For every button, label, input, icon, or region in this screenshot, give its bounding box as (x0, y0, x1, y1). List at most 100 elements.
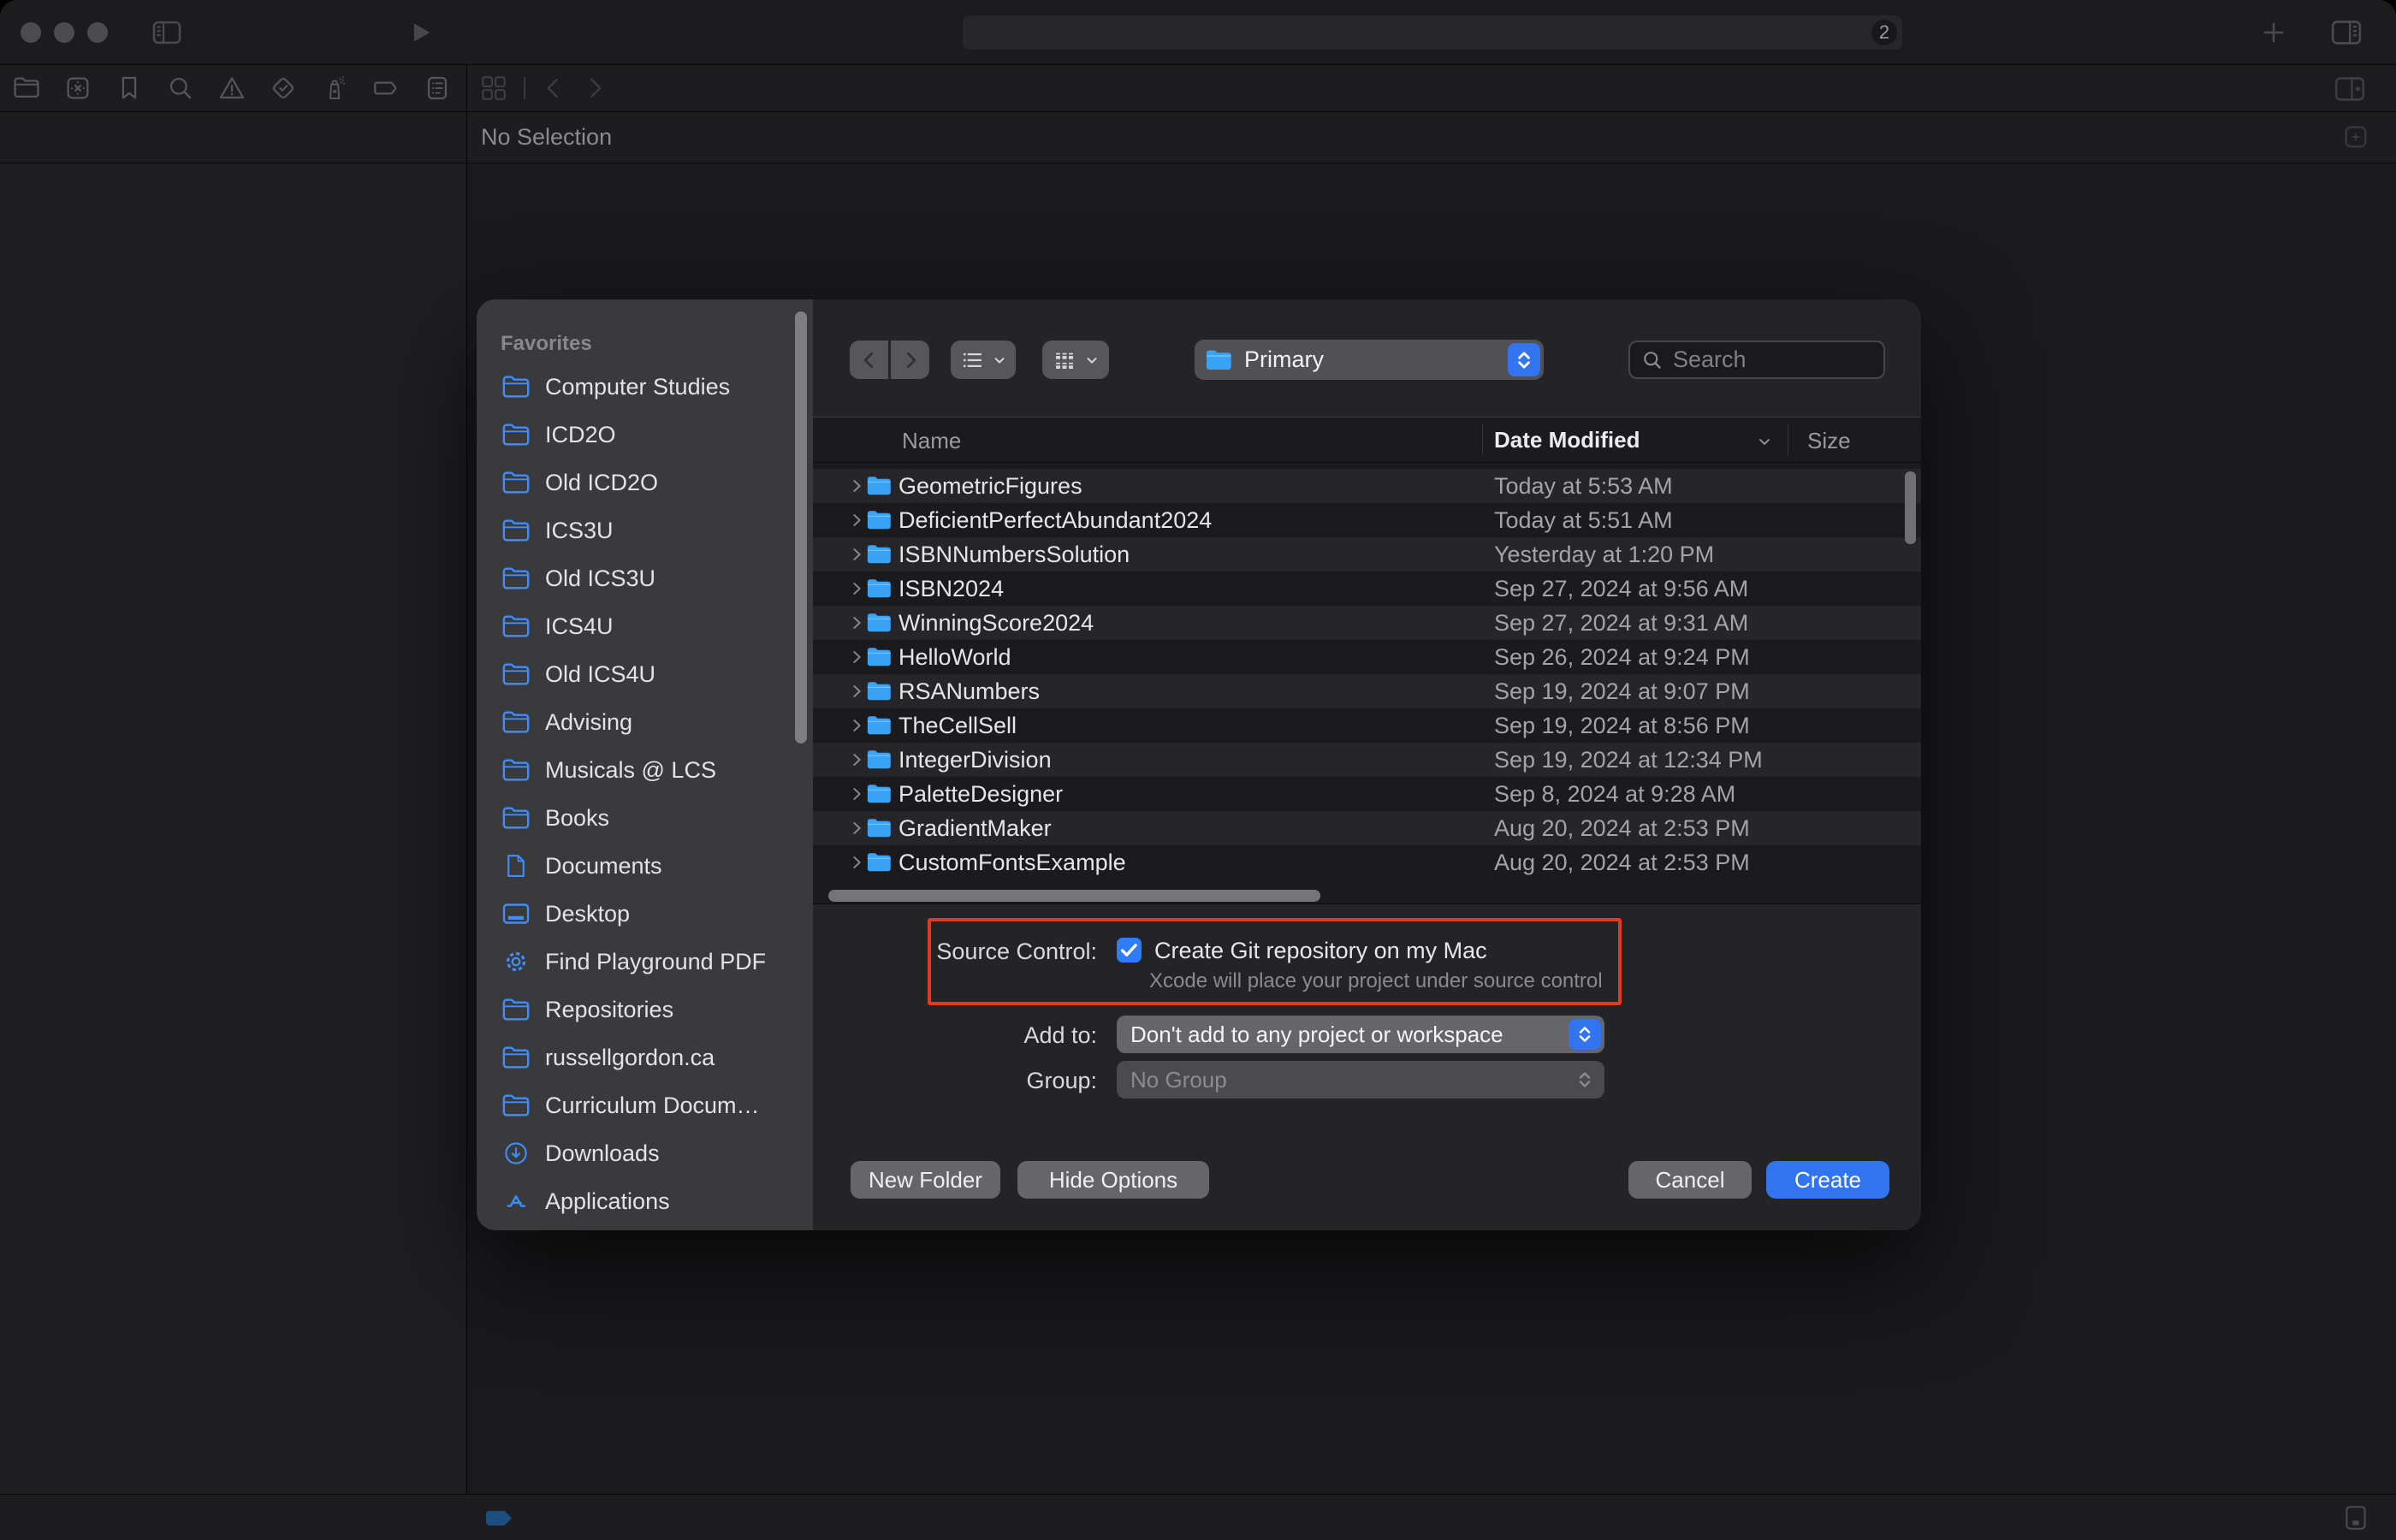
new-folder-button[interactable]: New Folder (851, 1161, 1000, 1199)
sidebar-item-ics4u[interactable]: ICS4U (477, 602, 813, 650)
sidebar-item-downloads[interactable]: Downloads (477, 1129, 813, 1177)
sidebar-item-musicals-lcs[interactable]: Musicals @ LCS (477, 746, 813, 794)
back-button[interactable] (850, 341, 888, 379)
group-popup: No Group (1117, 1061, 1604, 1099)
project-navigator-folder-icon[interactable] (12, 74, 41, 103)
file-row[interactable]: GradientMakerAug 20, 2024 at 2:53 PM (813, 811, 1921, 845)
cancel-button[interactable]: Cancel (1628, 1161, 1752, 1199)
file-list: Name Date Modified Size GeometricFigures… (813, 417, 1921, 904)
find-navigator-icon[interactable] (166, 74, 195, 103)
grid-view-icon (1052, 347, 1077, 373)
file-row[interactable]: DeficientPerfectAbundant2024Today at 5:5… (813, 503, 1921, 537)
file-rows: GeometricFiguresToday at 5:53 AM Deficie… (813, 469, 1921, 880)
sidebar-item-old-ics4u[interactable]: Old ICS4U (477, 650, 813, 698)
editor-back-icon[interactable] (541, 75, 566, 101)
sidebar-item-find-playground-pdf[interactable]: Find Playground PDF (477, 938, 813, 986)
icon-view-button[interactable] (1042, 341, 1109, 379)
editor-forward-icon[interactable] (582, 75, 608, 101)
file-row[interactable]: HelloWorldSep 26, 2024 at 9:24 PM (813, 640, 1921, 674)
bookmark-navigator-icon[interactable] (115, 74, 144, 103)
column-header-size[interactable]: Size (1807, 428, 1851, 454)
disclosure-chevron-icon[interactable] (847, 819, 866, 838)
minimize-button[interactable] (54, 22, 74, 43)
activity-status-bar: 2 (963, 15, 1902, 50)
list-view-button[interactable] (951, 341, 1016, 379)
run-button-icon[interactable] (406, 18, 435, 47)
file-row[interactable]: CustomFontsExampleAug 20, 2024 at 2:53 P… (813, 845, 1921, 880)
source-control-subtitle: Xcode will place your project under sour… (1149, 969, 1603, 993)
search-field[interactable] (1628, 341, 1885, 379)
column-header-name[interactable]: Name (902, 428, 961, 454)
pane-divider[interactable] (466, 64, 467, 1540)
disclosure-chevron-icon[interactable] (847, 750, 866, 769)
disclosure-chevron-icon[interactable] (847, 613, 866, 632)
issue-navigator-icon[interactable] (217, 74, 246, 103)
report-navigator-icon[interactable] (423, 74, 452, 103)
sidebar-item-ics3u[interactable]: ICS3U (477, 506, 813, 554)
disclosure-chevron-icon[interactable] (847, 648, 866, 666)
disclosure-chevron-icon[interactable] (847, 579, 866, 598)
toggle-inspector-icon[interactable] (2329, 15, 2363, 50)
zoom-button[interactable] (87, 22, 108, 43)
file-row[interactable]: TheCellSellSep 19, 2024 at 8:56 PM (813, 708, 1921, 743)
test-navigator-icon[interactable] (269, 74, 298, 103)
create-button[interactable]: Create (1766, 1161, 1889, 1199)
sidebar-item-desktop[interactable]: Desktop (477, 890, 813, 938)
related-items-icon[interactable] (479, 74, 508, 103)
folder-icon (497, 757, 535, 783)
file-row[interactable]: GeometricFiguresToday at 5:53 AM (813, 469, 1921, 503)
file-row[interactable]: ISBNNumbersSolutionYesterday at 1:20 PM (813, 537, 1921, 572)
sidebar-scrollbar[interactable] (795, 311, 807, 743)
sidebar-item-advising[interactable]: Advising (477, 698, 813, 746)
git-repository-checkbox-label[interactable]: Create Git repository on my Mac (1154, 938, 1487, 963)
horizontal-scrollbar[interactable] (828, 890, 1320, 902)
toggle-navigator-icon[interactable] (151, 16, 183, 49)
sidebar-item-repositories[interactable]: Repositories (477, 986, 813, 1034)
file-row[interactable]: IntegerDivisionSep 19, 2024 at 12:34 PM (813, 743, 1921, 777)
file-row[interactable]: ISBN2024Sep 27, 2024 at 9:56 AM (813, 572, 1921, 606)
disclosure-chevron-icon[interactable] (847, 853, 866, 872)
add-editor-icon[interactable] (2333, 72, 2367, 106)
location-popup[interactable]: Primary (1195, 340, 1544, 380)
sidebar-item-curriculum-documents[interactable]: Curriculum Docum… (477, 1081, 813, 1129)
git-repository-checkbox[interactable] (1117, 938, 1142, 962)
source-control-label: Source Control: (813, 939, 1097, 965)
editor-options-icon[interactable] (2341, 122, 2370, 151)
folder-icon (497, 566, 535, 591)
sidebar-item-russellgordon-ca[interactable]: russellgordon.ca (477, 1034, 813, 1081)
file-row[interactable]: RSANumbersSep 19, 2024 at 9:07 PM (813, 674, 1921, 708)
debug-navigator-spray-icon[interactable] (320, 74, 349, 103)
hide-options-button[interactable]: Hide Options (1017, 1161, 1209, 1199)
dock-editor-icon[interactable] (2341, 1503, 2370, 1532)
breakpoints-toggle-icon[interactable] (486, 1511, 512, 1525)
folder-icon (866, 646, 892, 667)
search-input[interactable] (1671, 346, 1863, 374)
library-plus-icon[interactable] (2259, 18, 2288, 47)
issue-count-badge[interactable]: 2 (1871, 20, 1897, 45)
disclosure-chevron-icon[interactable] (847, 716, 866, 735)
file-row[interactable]: WinningScore2024Sep 27, 2024 at 9:31 AM (813, 606, 1921, 640)
sidebar-item-old-ics3u[interactable]: Old ICS3U (477, 554, 813, 602)
forward-button[interactable] (891, 341, 929, 379)
breakpoint-navigator-tag-icon[interactable] (371, 74, 400, 103)
file-row[interactable]: PaletteDesignerSep 8, 2024 at 9:28 AM (813, 777, 1921, 811)
sidebar-item-books[interactable]: Books (477, 794, 813, 842)
disclosure-chevron-icon[interactable] (847, 682, 866, 701)
group-label: Group: (813, 1068, 1097, 1094)
disclosure-chevron-icon[interactable] (847, 511, 866, 530)
source-control-navigator-icon[interactable] (63, 74, 92, 103)
add-to-popup[interactable]: Don't add to any project or workspace (1117, 1016, 1604, 1053)
sidebar-item-applications[interactable]: Applications (477, 1177, 813, 1225)
vertical-scrollbar[interactable] (1905, 471, 1916, 544)
sidebar-item-old-icd2o[interactable]: Old ICD2O (477, 459, 813, 506)
sidebar-item-documents[interactable]: Documents (477, 842, 813, 890)
disclosure-chevron-icon[interactable] (847, 785, 866, 803)
sidebar-item-icd2o[interactable]: ICD2O (477, 411, 813, 459)
column-divider[interactable] (1482, 424, 1483, 455)
disclosure-chevron-icon[interactable] (847, 545, 866, 564)
disclosure-chevron-icon[interactable] (847, 477, 866, 495)
sidebar-item-computer-studies[interactable]: Computer Studies (477, 363, 813, 411)
column-header-date-modified[interactable]: Date Modified (1494, 427, 1640, 453)
close-button[interactable] (21, 22, 41, 43)
folder-icon (497, 470, 535, 495)
